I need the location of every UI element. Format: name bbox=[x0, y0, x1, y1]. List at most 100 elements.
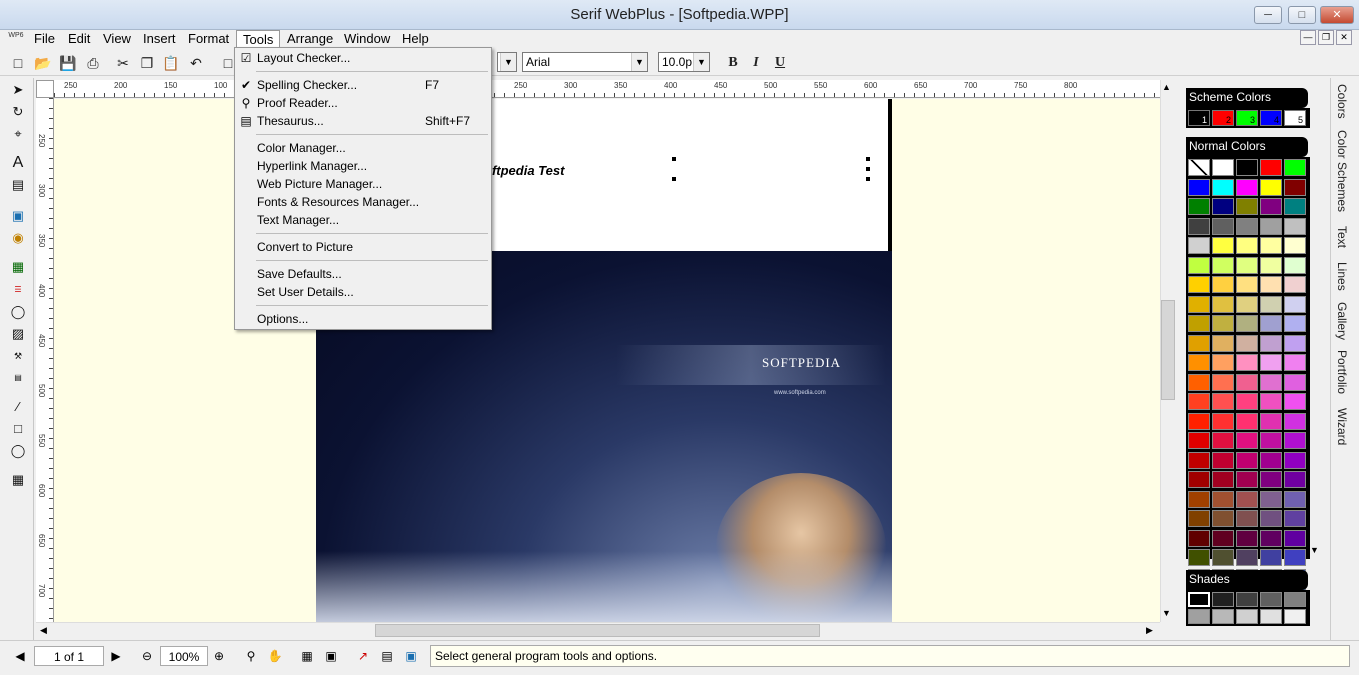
color-swatch[interactable] bbox=[1260, 315, 1282, 332]
align-icon[interactable]: ▤ bbox=[378, 646, 396, 666]
menu-item-options[interactable]: Options... bbox=[235, 310, 491, 328]
selection-handle[interactable] bbox=[672, 177, 676, 181]
color-swatch[interactable] bbox=[1260, 276, 1282, 293]
color-swatch[interactable] bbox=[1260, 334, 1282, 352]
shade-swatch[interactable] bbox=[1284, 592, 1306, 607]
menu-item-web-picture-manager[interactable]: Web Picture Manager... bbox=[235, 175, 491, 193]
color-swatch[interactable] bbox=[1236, 295, 1258, 313]
color-swatch[interactable] bbox=[1260, 159, 1282, 176]
selection-handle[interactable] bbox=[866, 167, 870, 171]
color-swatch[interactable] bbox=[1212, 276, 1234, 293]
menu-format[interactable]: Format bbox=[182, 30, 235, 48]
menu-item-save-defaults[interactable]: Save Defaults... bbox=[235, 265, 491, 283]
color-swatch[interactable] bbox=[1284, 471, 1306, 488]
scheme-color-swatch[interactable]: 1 bbox=[1188, 110, 1210, 126]
color-swatch[interactable] bbox=[1284, 393, 1306, 410]
flash-tool-icon[interactable]: ▦ bbox=[8, 257, 28, 277]
web-object-icon[interactable]: ☰ bbox=[8, 280, 28, 300]
color-swatch[interactable] bbox=[1260, 412, 1282, 430]
color-swatch[interactable] bbox=[1212, 217, 1234, 235]
color-swatch[interactable] bbox=[1260, 373, 1282, 391]
color-swatch[interactable] bbox=[1284, 334, 1306, 352]
doc-restore-button[interactable]: ❐ bbox=[1318, 30, 1334, 45]
color-swatch[interactable] bbox=[1284, 412, 1306, 430]
page-indicator[interactable]: 1 of 1 bbox=[34, 646, 104, 666]
color-swatch[interactable] bbox=[1188, 451, 1210, 469]
color-swatch[interactable] bbox=[1284, 490, 1306, 508]
tab-lines[interactable]: Lines bbox=[1335, 262, 1349, 291]
transform-icon[interactable]: ↗ bbox=[354, 646, 372, 666]
shade-swatch[interactable] bbox=[1260, 592, 1282, 607]
color-swatch[interactable] bbox=[1212, 490, 1234, 508]
color-swatch[interactable] bbox=[1188, 373, 1210, 391]
canvas[interactable]: oftpedia Test SOFTPEDIA www.softpedia.co… bbox=[54, 99, 1160, 622]
color-swatch[interactable] bbox=[1212, 256, 1234, 274]
color-swatch[interactable] bbox=[1284, 276, 1306, 293]
color-swatch[interactable] bbox=[1188, 217, 1210, 235]
pointer-tool-icon[interactable]: ➤ bbox=[8, 80, 28, 100]
rectangle-tool-icon[interactable]: □ bbox=[8, 419, 28, 439]
color-swatch[interactable] bbox=[1212, 529, 1234, 547]
style-dropdown[interactable]: ▼ bbox=[497, 52, 517, 72]
minimize-button[interactable]: ─ bbox=[1254, 6, 1282, 24]
color-swatch[interactable] bbox=[1284, 237, 1306, 254]
color-swatch[interactable] bbox=[1188, 510, 1210, 527]
color-swatch[interactable] bbox=[1212, 510, 1234, 527]
color-swatch[interactable] bbox=[1188, 432, 1210, 449]
cut-icon[interactable]: ✂ bbox=[113, 53, 133, 73]
menu-item-hyperlink-manager[interactable]: Hyperlink Manager... bbox=[235, 157, 491, 175]
tab-portfolio[interactable]: Portfolio bbox=[1335, 350, 1349, 394]
color-swatch[interactable] bbox=[1236, 237, 1258, 254]
color-swatch[interactable] bbox=[1188, 412, 1210, 430]
color-swatch[interactable] bbox=[1188, 178, 1210, 196]
color-swatch[interactable] bbox=[1212, 334, 1234, 352]
shade-swatch[interactable] bbox=[1236, 609, 1258, 624]
palette-scroll-down-icon[interactable]: ▼ bbox=[1310, 545, 1319, 555]
navbar-tool-icon[interactable]: ◯ bbox=[8, 302, 28, 322]
maximize-button[interactable]: □ bbox=[1288, 6, 1316, 24]
master-page-icon[interactable]: ▣ bbox=[322, 646, 340, 666]
menu-view[interactable]: View bbox=[97, 30, 137, 48]
color-swatch[interactable] bbox=[1236, 256, 1258, 274]
color-swatch[interactable] bbox=[1260, 217, 1282, 235]
color-swatch[interactable] bbox=[1212, 373, 1234, 391]
color-swatch[interactable] bbox=[1188, 276, 1210, 293]
new-icon[interactable]: □ bbox=[8, 53, 28, 73]
menu-item-proof-reader[interactable]: ⚲ Proof Reader... bbox=[235, 94, 491, 112]
bold-button[interactable]: B bbox=[723, 53, 743, 73]
color-swatch[interactable] bbox=[1236, 276, 1258, 293]
color-swatch[interactable] bbox=[1260, 354, 1282, 371]
scroll-right-icon[interactable]: ▶ bbox=[1146, 625, 1153, 636]
shade-swatch[interactable] bbox=[1212, 592, 1234, 607]
shade-swatch[interactable] bbox=[1212, 609, 1234, 624]
menu-insert[interactable]: Insert bbox=[137, 30, 182, 48]
color-swatch[interactable] bbox=[1260, 178, 1282, 196]
shade-swatch[interactable] bbox=[1236, 592, 1258, 607]
doc-minimize-button[interactable]: — bbox=[1300, 30, 1316, 45]
color-swatch[interactable] bbox=[1260, 198, 1282, 215]
color-swatch[interactable] bbox=[1236, 315, 1258, 332]
paste-icon[interactable]: 📋 bbox=[161, 53, 181, 73]
color-swatch[interactable] bbox=[1236, 412, 1258, 430]
selection-handle[interactable] bbox=[866, 177, 870, 181]
color-swatch[interactable] bbox=[1212, 451, 1234, 469]
color-swatch[interactable] bbox=[1188, 490, 1210, 508]
color-swatch[interactable] bbox=[1236, 471, 1258, 488]
shade-swatch[interactable] bbox=[1188, 609, 1210, 624]
color-swatch[interactable] bbox=[1284, 159, 1306, 176]
color-swatch[interactable] bbox=[1188, 334, 1210, 352]
menu-item-set-user-details[interactable]: Set User Details... bbox=[235, 283, 491, 301]
color-swatch[interactable] bbox=[1188, 393, 1210, 410]
color-swatch[interactable] bbox=[1284, 373, 1306, 391]
color-swatch[interactable] bbox=[1260, 510, 1282, 527]
color-swatch[interactable] bbox=[1284, 432, 1306, 449]
color-swatch[interactable] bbox=[1236, 159, 1258, 176]
menu-item-text-manager[interactable]: Text Manager... bbox=[235, 211, 491, 229]
color-swatch[interactable] bbox=[1188, 529, 1210, 547]
color-swatch[interactable] bbox=[1212, 432, 1234, 449]
tab-text[interactable]: Text bbox=[1335, 226, 1349, 248]
rotate-tool-icon[interactable]: ↻ bbox=[8, 102, 28, 122]
color-swatch[interactable] bbox=[1188, 198, 1210, 215]
menu-arrange[interactable]: Arrange bbox=[281, 30, 339, 48]
selection-handle[interactable] bbox=[866, 157, 870, 161]
